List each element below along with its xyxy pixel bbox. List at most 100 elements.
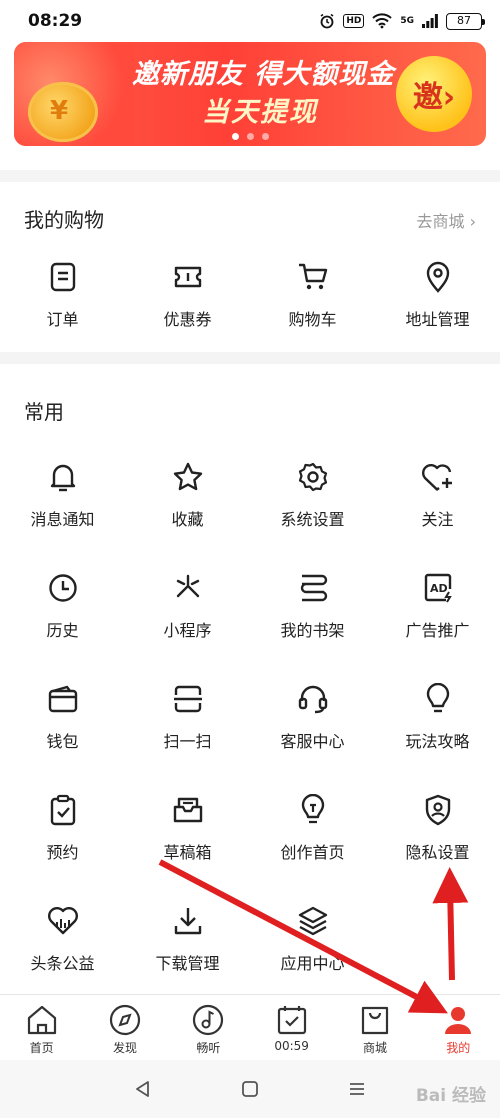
shopping-card: 我的购物 去商城 › 订单 优惠券 购物车 地址管理 (0, 182, 500, 352)
svg-text:AD: AD (430, 582, 448, 595)
shop-item-label: 购物车 (288, 310, 337, 329)
common-item-charity[interactable]: 头条公益 (0, 890, 125, 1001)
compass-icon (108, 1003, 142, 1037)
banner-area: ¥ 邀新朋友 得大额现金 当天提现 邀› (0, 42, 500, 170)
bottom-nav: 首页 发现 畅听 00:59 商城 我的 (0, 994, 500, 1060)
nav-mall[interactable]: 商城 (333, 995, 416, 1060)
invite-banner[interactable]: ¥ 邀新朋友 得大额现金 当天提现 邀› (14, 42, 486, 146)
carousel-dot[interactable] (246, 133, 254, 140)
common-item-customer-service[interactable]: 客服中心 (250, 668, 375, 779)
cart-icon (296, 260, 330, 294)
common-item-label: 系统设置 (280, 510, 345, 529)
wifi-icon (372, 13, 393, 29)
status-icons: HD 5G 87 (319, 12, 485, 30)
scan-icon (171, 682, 205, 716)
common-title: 常用 (24, 400, 64, 424)
common-item-favorites[interactable]: 收藏 (125, 446, 250, 557)
common-item-label: 隐私设置 (405, 843, 470, 862)
music-disc-icon (191, 1003, 225, 1037)
common-item-wallet[interactable]: 钱包 (0, 668, 125, 779)
recents-menu-icon[interactable] (348, 1080, 366, 1098)
privacy-shield-icon (421, 793, 455, 827)
go-to-mall-link[interactable]: 去商城 › (417, 208, 477, 232)
common-item-label: 小程序 (163, 621, 212, 640)
common-item-history[interactable]: 历史 (0, 557, 125, 668)
headset-icon (296, 682, 330, 716)
draft-box-icon (171, 793, 205, 827)
nav-checkin-timer[interactable]: 00:59 (250, 995, 333, 1060)
nav-home[interactable]: 首页 (0, 995, 83, 1060)
common-item-bookshelf[interactable]: 我的书架 (250, 557, 375, 668)
shop-item-label: 订单 (46, 310, 79, 329)
home-square-icon[interactable] (241, 1080, 259, 1098)
app-screen: 08:29 HD 5G 87 ¥ 邀新朋友 得大额现金 当天提现 邀› 我的购物… (0, 0, 500, 1118)
nav-label: 畅听 (196, 1041, 221, 1055)
common-item-app-center[interactable]: 应用中心 (250, 890, 375, 1001)
carousel-dots (14, 133, 486, 140)
layers-icon (296, 904, 330, 938)
common-item-notifications[interactable]: 消息通知 (0, 446, 125, 557)
bell-icon (46, 460, 80, 494)
common-item-label: 钱包 (46, 732, 79, 751)
coin-symbol: ¥ (50, 96, 69, 126)
common-item-label: 广告推广 (405, 621, 470, 640)
common-item-label: 创作首页 (280, 843, 345, 862)
common-item-label: 玩法攻略 (405, 732, 470, 751)
nav-label: 商城 (362, 1041, 387, 1055)
common-item-guide[interactable]: 玩法攻略 (375, 668, 500, 779)
battery-indicator: 87 (446, 12, 485, 30)
nav-label: 发现 (112, 1041, 137, 1055)
common-item-drafts[interactable]: 草稿箱 (125, 779, 250, 890)
watermark-text: Bai 经验 (415, 1086, 486, 1106)
hd-badge: HD (343, 14, 365, 28)
common-item-label: 历史 (46, 621, 79, 640)
shop-item-label: 优惠券 (163, 310, 212, 329)
common-item-label: 草稿箱 (163, 843, 212, 862)
common-item-label: 预约 (46, 843, 79, 862)
common-card: 常用 消息通知 收藏 系统设置 关注 历史 小程序 我的书架 AD 广告推广 钱… (0, 364, 500, 994)
home-icon (25, 1003, 59, 1037)
common-item-downloads[interactable]: 下载管理 (125, 890, 250, 1001)
nav-mine[interactable]: 我的 (417, 995, 500, 1060)
shop-item-cart[interactable]: 购物车 (250, 246, 375, 357)
gear-icon (296, 460, 330, 494)
common-item-ads[interactable]: AD 广告推广 (375, 557, 500, 668)
status-bar: 08:29 HD 5G 87 (0, 0, 500, 42)
common-item-label: 头条公益 (30, 954, 95, 973)
common-item-follow[interactable]: 关注 (375, 446, 500, 557)
shopping-grid: 订单 优惠券 购物车 地址管理 (0, 246, 500, 357)
back-icon[interactable] (134, 1080, 152, 1098)
user-icon (441, 1003, 475, 1037)
invite-badge[interactable]: 邀› (396, 56, 472, 132)
shopping-title: 我的购物 (24, 208, 104, 232)
coupon-icon (171, 260, 205, 294)
bookshelf-icon (296, 571, 330, 605)
banner-subline: 当天提现 (202, 97, 318, 128)
shop-item-coupon[interactable]: 优惠券 (125, 246, 250, 357)
bag-icon (358, 1003, 392, 1037)
order-icon (46, 260, 80, 294)
common-item-settings[interactable]: 系统设置 (250, 446, 375, 557)
bulb-icon (421, 682, 455, 716)
carousel-dot[interactable] (261, 133, 269, 140)
common-item-scan[interactable]: 扫一扫 (125, 668, 250, 779)
mini-program-icon (171, 571, 205, 605)
calendar-check-icon (275, 1003, 309, 1037)
common-item-privacy[interactable]: 隐私设置 (375, 779, 500, 890)
shop-item-address[interactable]: 地址管理 (375, 246, 500, 357)
nav-listen[interactable]: 畅听 (167, 995, 250, 1060)
wallet-icon (46, 682, 80, 716)
nav-label: 首页 (29, 1041, 54, 1055)
common-item-mini-program[interactable]: 小程序 (125, 557, 250, 668)
shop-item-order[interactable]: 订单 (0, 246, 125, 357)
carousel-dot-active[interactable] (231, 133, 239, 140)
nav-label: 我的 (446, 1041, 471, 1055)
nav-discover[interactable]: 发现 (83, 995, 166, 1060)
common-item-label: 关注 (421, 510, 454, 529)
common-item-reservation[interactable]: 预约 (0, 779, 125, 890)
banner-headline: 邀新朋友 得大额现金 (132, 59, 395, 90)
common-item-creator-home[interactable]: 创作首页 (250, 779, 375, 890)
create-bulb-icon (296, 793, 330, 827)
signal-icon (422, 14, 438, 28)
location-icon (421, 260, 455, 294)
